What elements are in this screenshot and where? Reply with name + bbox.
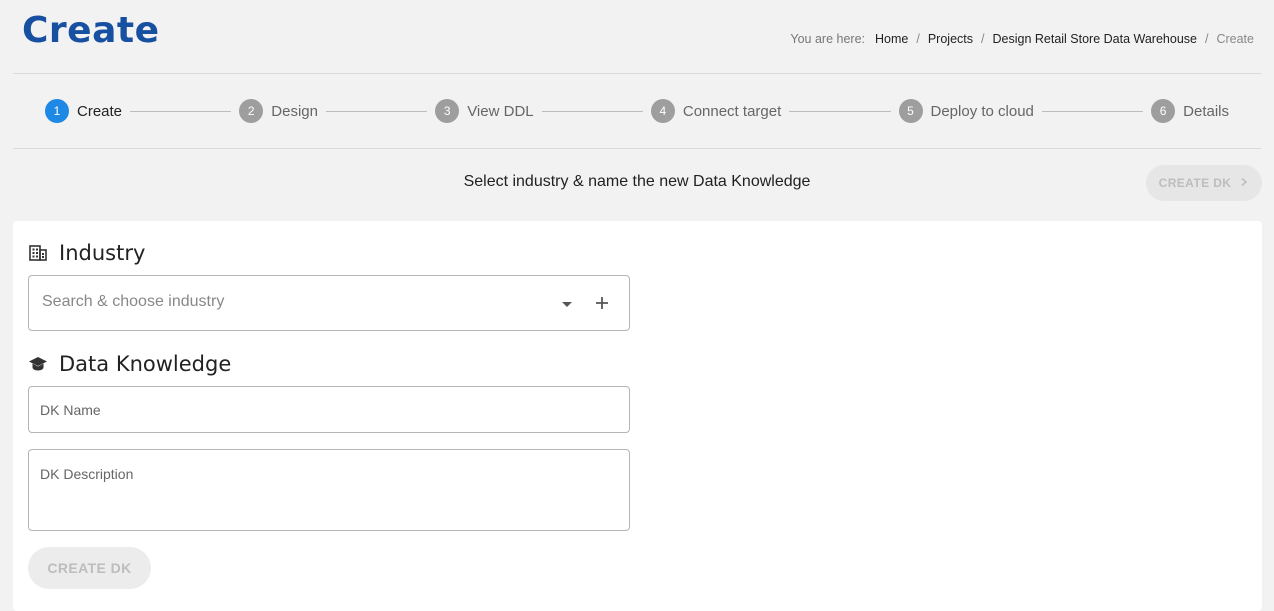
step-create[interactable]: 1 Create (45, 99, 122, 123)
step-label: Design (271, 102, 318, 120)
breadcrumb-home-link[interactable]: Home (875, 32, 908, 46)
data-knowledge-title: Data Knowledge (59, 352, 232, 376)
create-form-card: Industry Data Knowledge CREATE DK (13, 221, 1262, 611)
step-view-ddl[interactable]: 3 View DDL (435, 99, 534, 123)
step-label: Create (77, 102, 123, 120)
divider (13, 148, 1261, 149)
graduation-cap-icon (28, 354, 48, 374)
breadcrumb-current: Create (1216, 32, 1254, 46)
step-number: 5 (898, 99, 923, 123)
step-number: 2 (239, 99, 264, 123)
chevron-right-icon (1239, 176, 1249, 190)
industry-title: Industry (59, 241, 146, 265)
step-label: View DDL (467, 102, 534, 120)
industry-section-title: Industry (28, 241, 145, 265)
step-details[interactable]: 6 Details (1151, 99, 1229, 123)
create-dk-top-button[interactable]: CREATE DK (1146, 165, 1262, 201)
breadcrumb-projects-link[interactable]: Projects (928, 32, 973, 46)
caret-down-icon[interactable] (559, 296, 575, 312)
step-deploy-to-cloud[interactable]: 5 Deploy to cloud (898, 99, 1034, 123)
plus-icon[interactable] (593, 294, 611, 312)
dk-description-field[interactable] (28, 449, 630, 531)
industry-search-input[interactable] (42, 293, 542, 311)
breadcrumb-separator: / (1204, 32, 1209, 46)
step-number: 4 (650, 99, 675, 123)
dk-description-input[interactable] (40, 466, 610, 522)
step-label: Connect target (682, 102, 782, 120)
step-connector (1041, 110, 1144, 112)
step-connect-target[interactable]: 4 Connect target (650, 99, 782, 123)
create-dk-button[interactable]: CREATE DK (28, 547, 151, 589)
breadcrumb-project-link[interactable]: Design Retail Store Data Warehouse (992, 32, 1197, 46)
step-label: Deploy to cloud (930, 102, 1034, 120)
step-design[interactable]: 2 Design (239, 99, 318, 123)
industry-select[interactable] (28, 275, 630, 331)
instruction-text: Select industry & name the new Data Know… (463, 173, 811, 190)
breadcrumb-separator: / (981, 32, 985, 46)
step-number: 6 (1151, 99, 1176, 123)
data-knowledge-section-title: Data Knowledge (28, 352, 231, 376)
breadcrumb-separator: / (916, 32, 920, 46)
step-number: 1 (45, 99, 69, 123)
dk-name-input[interactable] (40, 402, 600, 418)
step-number: 3 (435, 99, 460, 123)
step-label: Details (1183, 102, 1229, 120)
create-dk-label: CREATE DK (1158, 176, 1232, 190)
stepper: 1 Create 2 Design 3 View DDL 4 Connect t… (13, 74, 1261, 148)
step-connector (325, 110, 428, 112)
page-title: Create (22, 10, 160, 51)
dk-name-field[interactable] (28, 386, 630, 433)
building-icon (28, 243, 48, 263)
step-connector (789, 110, 891, 112)
breadcrumb-prefix: You are here: (790, 32, 866, 46)
breadcrumb: You are here: Home / Projects / Design R… (790, 32, 1254, 46)
step-connector (130, 110, 232, 112)
step-connector (541, 110, 643, 112)
